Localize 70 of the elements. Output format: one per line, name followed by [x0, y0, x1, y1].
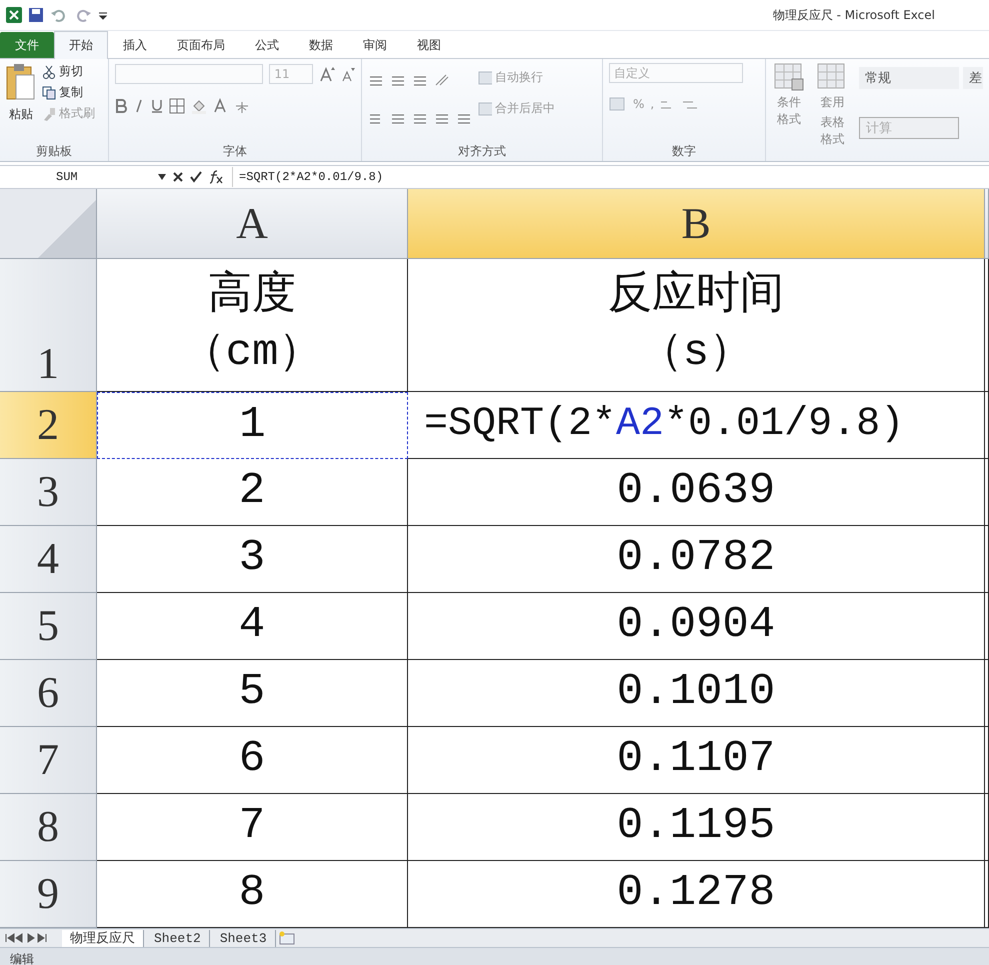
cell-editor[interactable]: =SQRT(2*A2*0.01/9.8)	[408, 392, 985, 459]
row-header[interactable]: 1	[0, 259, 97, 392]
cell-style[interactable]: 差	[963, 67, 983, 89]
ribbon-tab[interactable]: 页面布局	[162, 32, 240, 58]
excel-icon[interactable]	[6, 7, 22, 23]
save-icon[interactable]	[28, 7, 44, 23]
table-cell: 4	[97, 593, 408, 660]
name-box[interactable]: SUM	[0, 167, 150, 187]
paste-button[interactable]: 粘贴	[6, 63, 36, 143]
row-header[interactable]: 2	[0, 392, 97, 459]
dropdown-icon[interactable]	[158, 174, 166, 180]
scissors-icon[interactable]	[42, 64, 56, 78]
function-icon[interactable]	[208, 170, 224, 184]
table-cell: 0.0639	[408, 459, 985, 526]
fill-color-icon[interactable]	[191, 98, 207, 114]
table-cell: 0.1195	[408, 794, 985, 861]
row-header[interactable]: 3	[0, 459, 97, 526]
new-sheet-icon[interactable]	[278, 931, 296, 945]
file-menu-tab[interactable]: 文件	[0, 32, 54, 58]
row-header[interactable]: 5	[0, 593, 97, 660]
table-cell: 高度 （cm）	[97, 259, 408, 392]
ribbon-tab[interactable]: 插入	[108, 32, 162, 58]
confirm-icon[interactable]	[190, 171, 202, 183]
row-header[interactable]: 4	[0, 526, 97, 593]
status-mode: 编辑	[10, 950, 34, 965]
cut-button[interactable]: 剪切	[42, 63, 95, 80]
borders-icon[interactable]	[169, 98, 185, 114]
redo-icon[interactable]	[74, 7, 92, 23]
sheet-tab[interactable]: 物理反应尺	[62, 930, 144, 946]
group-label: 字体	[222, 143, 248, 160]
column-header[interactable]: B	[408, 189, 985, 259]
cell-style[interactable]: 常规	[859, 67, 959, 89]
table-cell: 7	[97, 794, 408, 861]
window-title: 物理反应尺 - Microsoft Excel	[772, 6, 935, 24]
shrink-font-icon[interactable]	[341, 66, 355, 82]
cancel-icon[interactable]	[172, 171, 184, 183]
formula-field[interactable]: =SQRT(2*A2*0.01/9.8)	[232, 167, 384, 187]
column-header[interactable]: A	[97, 189, 408, 259]
copy-button[interactable]: 复制	[42, 84, 95, 101]
group-label: 剪贴板	[35, 143, 73, 160]
table-cell: 0.0782	[408, 526, 985, 593]
ribbon-tab[interactable]: 公式	[240, 32, 294, 58]
table-cell: 5	[97, 660, 408, 727]
font-name-field[interactable]	[115, 64, 264, 84]
group-label: 对齐方式	[457, 143, 507, 160]
table-cell: 2	[97, 459, 408, 526]
font-color-icon[interactable]	[213, 98, 227, 114]
undo-icon[interactable]	[50, 7, 68, 23]
ribbon-tab[interactable]: 开始	[54, 31, 108, 59]
table-icon	[774, 63, 804, 91]
table-cell: 0.1010	[408, 660, 985, 727]
grow-font-icon[interactable]	[319, 66, 335, 82]
bold-icon[interactable]	[115, 99, 127, 113]
table-cell: 3	[97, 526, 408, 593]
row-header[interactable]: 8	[0, 794, 97, 861]
copy-icon[interactable]	[42, 86, 56, 100]
ribbon-tab[interactable]: 审阅	[348, 32, 402, 58]
ribbon-tab[interactable]: 数据	[294, 32, 348, 58]
row-header[interactable]: 9	[0, 861, 97, 928]
table-cell: 6	[97, 727, 408, 794]
table-cell: 1	[97, 392, 408, 459]
table-cell: 0.1107	[408, 727, 985, 794]
row-header[interactable]: 7	[0, 727, 97, 794]
table-cell: 0.0904	[408, 593, 985, 660]
row-header[interactable]: 6	[0, 660, 97, 727]
orientation-icon[interactable]	[434, 73, 450, 87]
ribbon-tab[interactable]: 视图	[402, 32, 456, 58]
table-icon	[817, 63, 848, 91]
group-label: 数字	[671, 143, 697, 160]
underline-icon[interactable]	[151, 99, 163, 113]
